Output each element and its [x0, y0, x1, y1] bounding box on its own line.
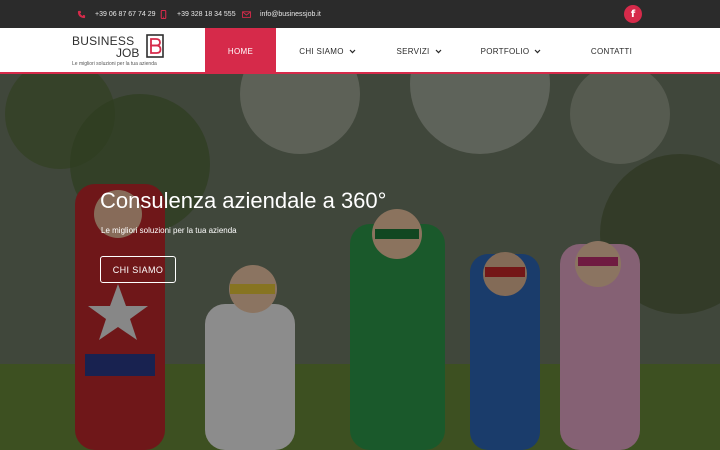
hero-title: Consulenza aziendale a 360°: [100, 188, 387, 213]
nav-label: SERVIZI: [396, 46, 430, 56]
chevron-down-icon: [435, 49, 441, 53]
logo-line-2: JOB: [116, 46, 140, 60]
top-bar: +39 06 87 67 74 29 +39 328 18 34 555 inf…: [0, 0, 720, 28]
nav-item-contatti[interactable]: CONTATTI: [563, 28, 660, 74]
mobile-icon: [159, 9, 168, 19]
main-nav: HOME CHI SIAMO SERVIZI PORTFOLIO CONTATT…: [205, 28, 660, 74]
mobile-number[interactable]: +39 328 18 34 555: [177, 11, 236, 18]
logo-tagline: Le migliori soluzioni per la tua azienda: [72, 61, 157, 67]
chevron-down-icon: [534, 49, 541, 53]
hero-banner: Consulenza aziendale a 360° Le migliori …: [0, 74, 720, 450]
envelope-icon: [242, 10, 251, 19]
logo-mark-icon: [146, 34, 164, 58]
hero-subtitle: Le migliori soluzioni per la tua azienda: [101, 226, 237, 235]
nav-item-servizi[interactable]: SERVIZI: [379, 28, 459, 74]
email-address[interactable]: info@businessjob.it: [260, 11, 321, 18]
nav-item-chi-siamo[interactable]: CHI SIAMO: [276, 28, 379, 74]
nav-label: PORTFOLIO: [480, 46, 530, 56]
nav-item-portfolio[interactable]: PORTFOLIO: [459, 28, 563, 74]
facebook-icon[interactable]: f: [624, 5, 642, 23]
email-contact[interactable]: info@businessjob.it: [242, 0, 321, 28]
site-header: BUSINESS JOB Le migliori soluzioni per l…: [0, 28, 720, 74]
phone-contact[interactable]: +39 06 87 67 74 29: [77, 0, 156, 28]
phone-icon: [77, 10, 86, 19]
nav-label: HOME: [227, 46, 254, 56]
nav-label: CONTATTI: [590, 46, 633, 56]
chi-siamo-button[interactable]: CHI SIAMO: [100, 256, 176, 283]
logo[interactable]: BUSINESS JOB Le migliori soluzioni per l…: [72, 32, 172, 70]
phone-number[interactable]: +39 06 87 67 74 29: [95, 11, 156, 18]
mobile-contact[interactable]: +39 328 18 34 555: [159, 0, 236, 28]
chevron-down-icon: [349, 49, 356, 53]
nav-item-home[interactable]: HOME: [205, 28, 276, 74]
nav-label: CHI SIAMO: [299, 46, 344, 56]
